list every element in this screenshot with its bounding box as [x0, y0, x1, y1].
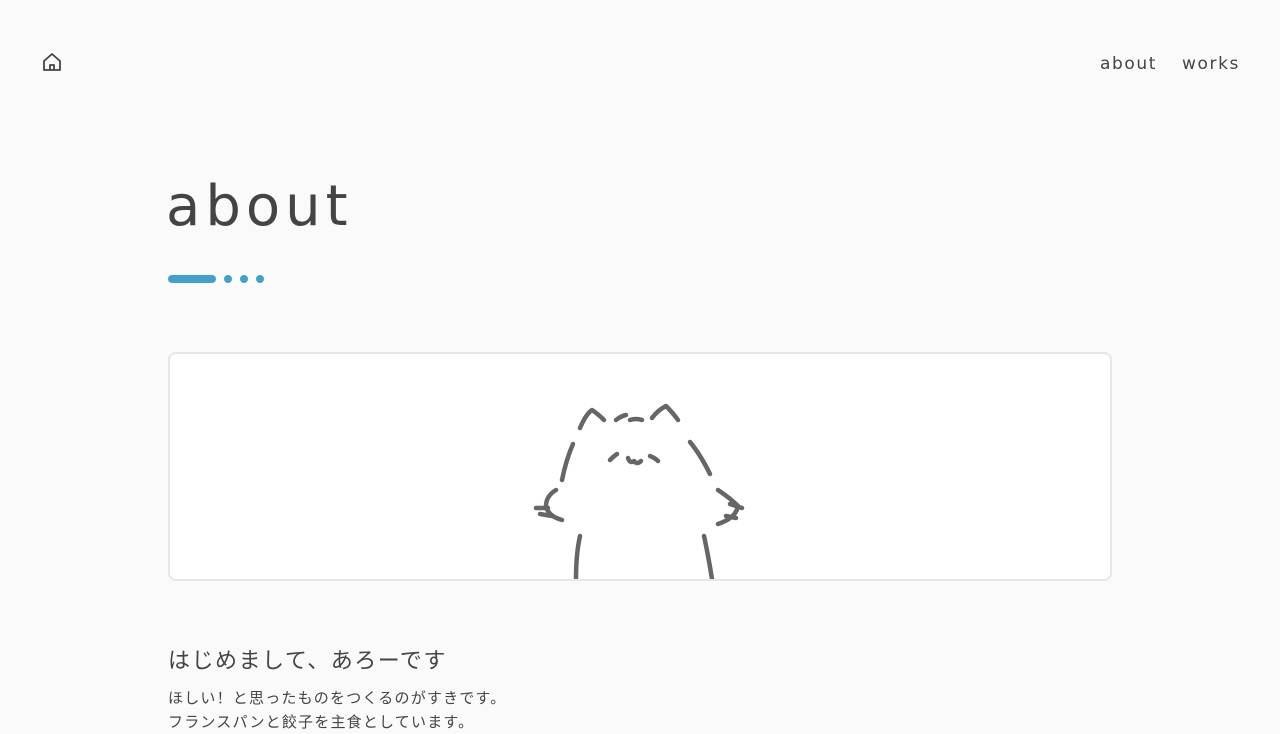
intro-line: フランスパンと餃子を主食としています。 — [168, 713, 475, 731]
decoration-dot — [256, 275, 264, 283]
home-link[interactable] — [40, 50, 64, 74]
nav-about-link[interactable]: about — [1100, 53, 1157, 75]
title-decoration — [168, 275, 272, 283]
page-title: about — [166, 174, 353, 239]
decoration-dot — [224, 275, 232, 283]
intro-heading: はじめまして、あろーです — [168, 649, 447, 674]
decoration-bar — [168, 275, 216, 283]
intro-text: ほしい！と思ったものをつくるのがすきです。 フランスパンと餃子を主食としています… — [168, 686, 506, 734]
main-nav: about works — [1100, 53, 1240, 75]
intro-line: ほしい！と思ったものをつくるのがすきです。 — [168, 689, 507, 707]
nav-works-link[interactable]: works — [1182, 53, 1240, 75]
home-icon — [43, 53, 61, 71]
decoration-dot — [240, 275, 248, 283]
cat-illustration — [533, 403, 745, 579]
hero-card — [168, 352, 1112, 581]
